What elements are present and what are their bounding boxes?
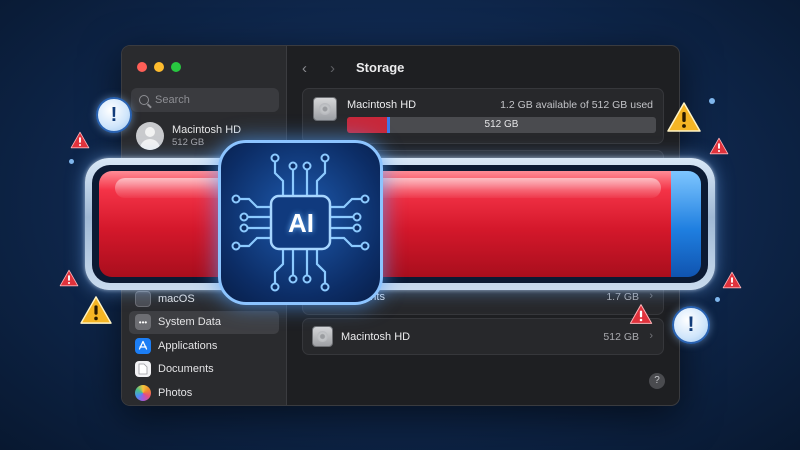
alert-circle-icon: ! — [672, 306, 710, 344]
ai-chip-icon: AI — [218, 140, 383, 305]
sparkle-dot — [715, 297, 720, 302]
warning-triangle-icon — [59, 269, 79, 287]
close-window-button[interactable] — [137, 62, 147, 72]
usage-bar-label: 512 GB — [484, 119, 519, 130]
storage-bar-track — [92, 165, 708, 283]
row-size: 1.7 GB — [606, 291, 639, 303]
hard-drive-icon — [312, 326, 333, 347]
warning-triangle-icon — [667, 102, 701, 132]
warning-triangle-icon — [629, 304, 653, 324]
full-storage-bar — [85, 158, 715, 290]
sidebar-item-photos[interactable]: Photos — [129, 381, 279, 404]
minimize-window-button[interactable] — [154, 62, 164, 72]
storage-bar-red-fill — [99, 171, 671, 277]
search-field[interactable] — [131, 88, 279, 112]
alert-circle-icon: ! — [96, 97, 132, 133]
app-store-glyph — [138, 340, 148, 350]
help-button[interactable]: ? — [649, 373, 665, 389]
alert-mark: ! — [687, 313, 695, 336]
search-icon — [139, 95, 149, 105]
sidebar-item-label: System Data — [158, 316, 221, 328]
hard-drive-icon — [313, 97, 337, 121]
avatar — [136, 122, 164, 150]
warning-triangle-icon — [709, 137, 729, 155]
sidebar-item-applications[interactable]: Applications — [129, 334, 279, 357]
storage-row-macintosh-hd[interactable]: Macintosh HD 512 GB › — [302, 318, 664, 355]
sparkle-dot — [69, 159, 74, 164]
disk-summary-card: Macintosh HD 1.2 GB available of 512 GB … — [302, 88, 664, 144]
page-title: Storage — [356, 60, 405, 75]
system-data-icon: ••• — [135, 314, 151, 330]
sidebar-item-label: macOS — [158, 292, 195, 305]
photos-icon — [135, 384, 151, 401]
row-size: 512 GB — [603, 331, 639, 343]
zoom-window-button[interactable] — [171, 62, 181, 72]
macos-icon — [135, 290, 151, 307]
sidebar-item-system-data[interactable]: ••• System Data — [129, 310, 279, 334]
alert-mark: ! — [110, 104, 118, 126]
applications-icon — [135, 337, 151, 354]
chevron-right-icon: › — [649, 290, 653, 302]
storage-usage-bar: 512 GB — [347, 117, 656, 133]
sidebar-item-documents[interactable]: Documents — [129, 358, 279, 381]
document-glyph — [138, 363, 148, 375]
search-input[interactable] — [155, 94, 265, 106]
sidebar-item-label: Applications — [158, 339, 218, 352]
account-name: Macintosh HD — [172, 124, 242, 136]
chevron-right-icon: › — [649, 330, 653, 342]
documents-icon — [135, 361, 151, 377]
warning-triangle-icon — [722, 271, 742, 289]
sidebar-item-label: Photos — [158, 386, 193, 399]
row-label: Macintosh HD — [341, 331, 411, 343]
warning-triangle-icon — [80, 296, 112, 324]
forward-button[interactable]: › — [330, 60, 335, 77]
sparkle-dot — [709, 98, 715, 104]
warning-triangle-icon — [70, 131, 90, 149]
disk-available: 1.2 GB available of 512 GB used — [500, 99, 653, 111]
storage-bar-blue-remainder — [671, 171, 701, 277]
window-controls — [137, 62, 181, 72]
ai-chip-label: AI — [288, 208, 314, 238]
sidebar-item-label: Documents — [158, 363, 214, 375]
disk-name: Macintosh HD — [347, 99, 417, 111]
back-button[interactable]: ‹ — [302, 60, 307, 77]
